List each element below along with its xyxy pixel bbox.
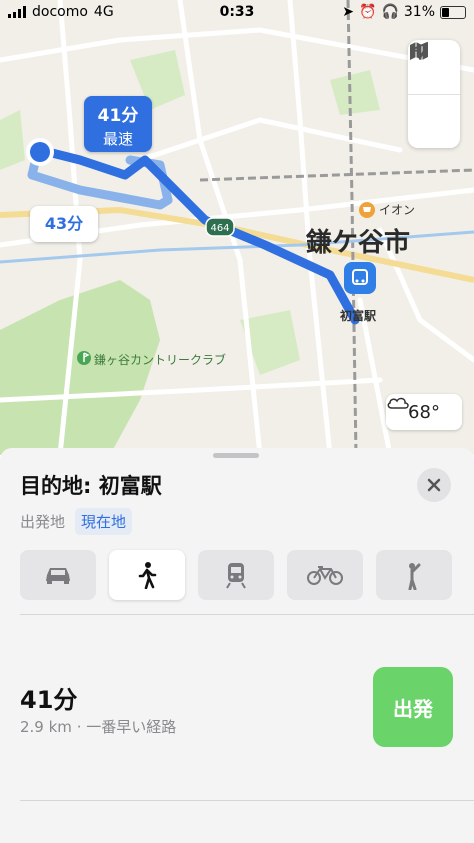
park-area: [0, 110, 25, 170]
station-marker: [344, 262, 376, 294]
battery-icon: [440, 5, 466, 19]
mode-walk-button[interactable]: [109, 550, 185, 600]
mode-transit-button[interactable]: [198, 550, 274, 600]
primary-route-label[interactable]: 41分 最速: [84, 96, 152, 152]
poi-label: 鎌ヶ谷カントリークラブ: [94, 353, 227, 367]
highway-shield: 464: [205, 217, 235, 237]
destination-title: 目的地: 初富駅: [20, 474, 162, 498]
close-icon: [427, 478, 441, 492]
hail-icon: [408, 563, 421, 590]
divider: [20, 800, 474, 801]
mode-rideshare-button[interactable]: [376, 550, 452, 600]
primary-route-time: 41分: [97, 106, 139, 126]
weather-temp: 68°: [408, 401, 440, 423]
headphones-icon: 🎧: [381, 4, 399, 20]
directions-sheet: 目的地: 初富駅 出発地 現在地 41分 2.9 km · 一番早い経路 出発: [0, 448, 474, 843]
park-area: [330, 70, 380, 115]
battery-percent: 31%: [403, 4, 435, 20]
station-label: 初富駅: [340, 309, 377, 323]
transport-modes: [20, 550, 452, 600]
route-detail: 2.9 km · 一番早い経路: [20, 718, 177, 736]
cloud-icon: [387, 397, 409, 409]
cart-icon: [363, 207, 371, 212]
location-services-icon: ➤: [342, 4, 354, 20]
map-view[interactable]: 464 docomo 4G 0:33 ➤ ⏰ 🎧 31% 41分 最速 43分 …: [0, 0, 474, 455]
origin-row: 出発地 現在地: [20, 508, 133, 535]
map-controls: [408, 40, 460, 148]
locate-button[interactable]: [408, 42, 460, 149]
mode-cycle-button[interactable]: [287, 550, 363, 600]
car-icon: [46, 568, 70, 584]
train-icon: [226, 563, 246, 589]
highway-number: 464: [210, 223, 229, 234]
go-button[interactable]: 出発: [373, 667, 453, 747]
store-label: イオン: [379, 203, 416, 217]
alarm-icon: ⏰: [359, 4, 377, 20]
poi-marker: [77, 351, 91, 365]
location-arrow-icon: [410, 42, 428, 60]
store-marker: [359, 202, 375, 218]
origin-label: 出発地: [20, 513, 66, 531]
primary-route-tag: 最速: [102, 130, 133, 148]
mode-drive-button[interactable]: [20, 550, 96, 600]
current-location-dot-inner: [30, 142, 50, 162]
status-right: ➤ ⏰ 🎧 31%: [342, 4, 466, 20]
route-time: 41分: [20, 686, 78, 714]
origin-value[interactable]: 現在地: [75, 508, 133, 535]
walk-icon: [138, 562, 157, 589]
alt-route-label[interactable]: 43分: [30, 206, 98, 242]
weather-badge: 68°: [386, 394, 462, 430]
close-button[interactable]: [417, 468, 451, 502]
alt-route-time: 43分: [44, 214, 84, 233]
status-bar: docomo 4G 0:33 ➤ ⏰ 🎧 31%: [0, 0, 474, 26]
city-label: 鎌ケ谷市: [306, 228, 411, 258]
divider: [20, 614, 474, 615]
sheet-grabber[interactable]: [213, 453, 259, 458]
bicycle-icon: [307, 566, 343, 585]
